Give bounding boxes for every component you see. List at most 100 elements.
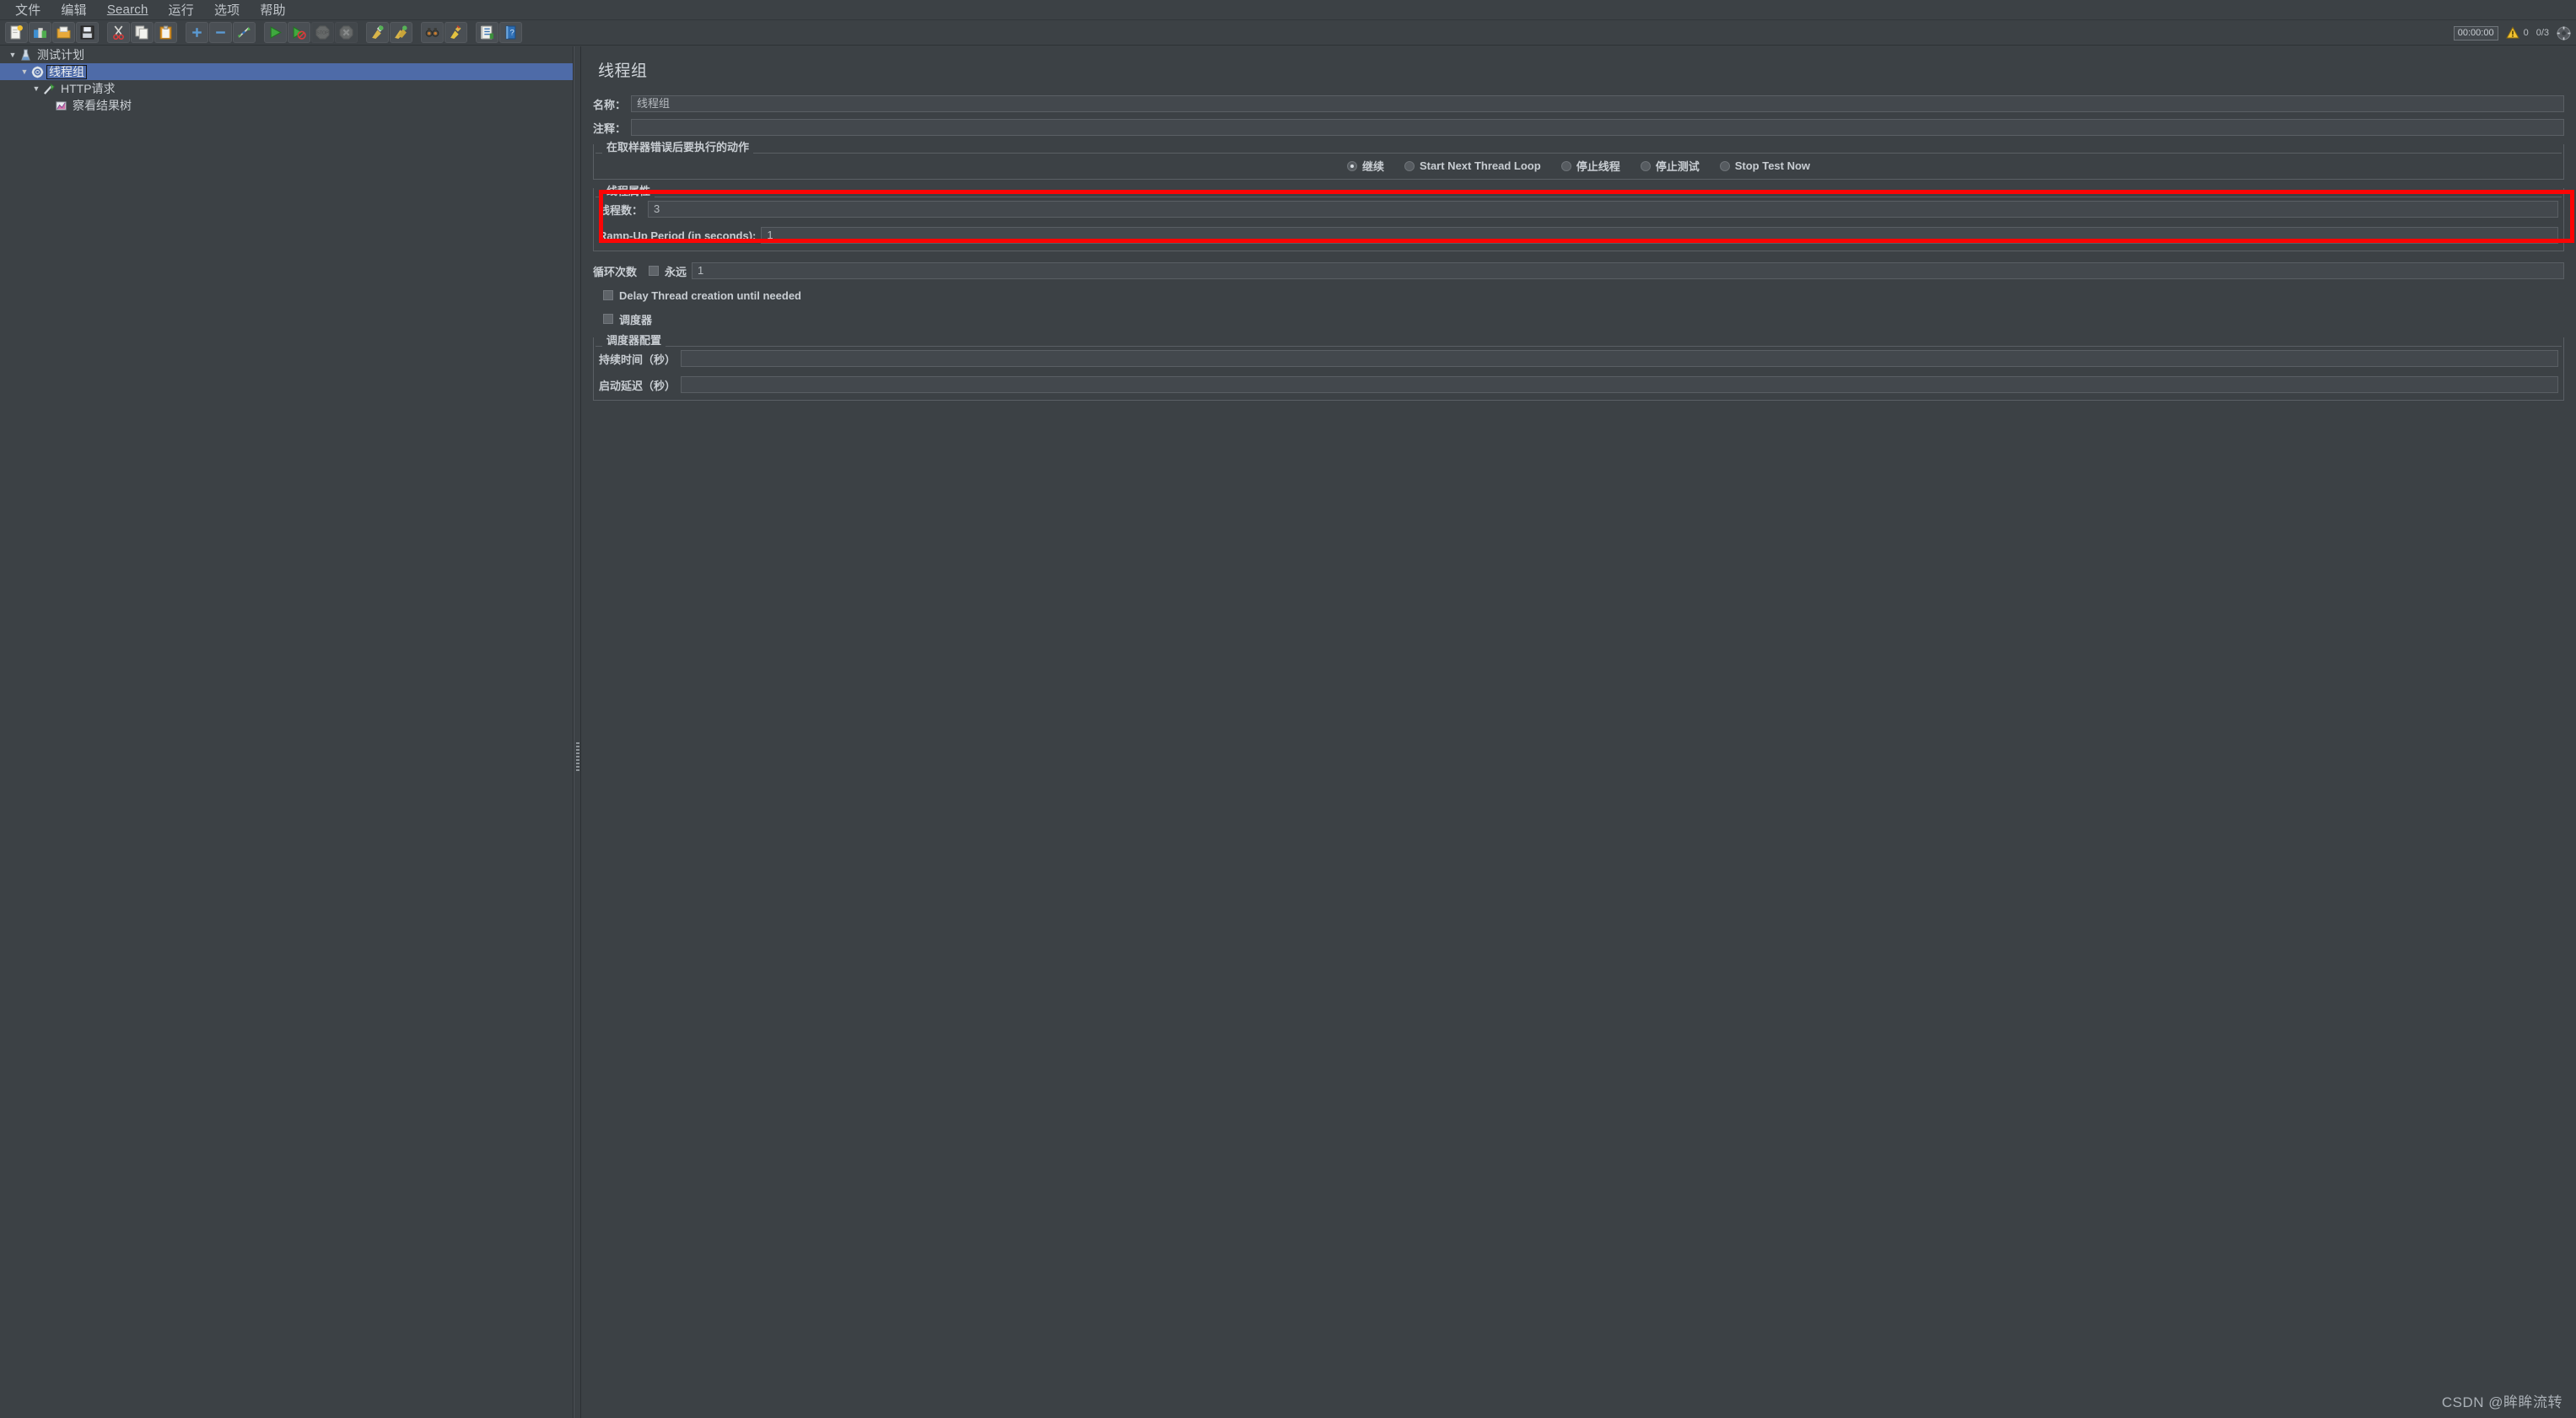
group-border-right — [753, 153, 2562, 154]
num-threads-input[interactable]: 3 — [648, 201, 2558, 218]
delay-thread-creation-row[interactable]: Delay Thread creation until needed — [603, 286, 2576, 305]
split-pane-divider[interactable] — [574, 46, 581, 1418]
duration-row: 持续时间（秒） — [599, 349, 2558, 368]
radio-mark-icon — [1404, 160, 1415, 171]
new-test-plan-icon[interactable] — [5, 22, 28, 43]
name-label: 名称： — [593, 98, 627, 111]
startup-delay-label: 启动延迟（秒） — [599, 379, 676, 392]
clear-icon[interactable] — [366, 22, 389, 43]
name-field-row: 名称： 线程组 — [593, 94, 2564, 113]
thread-group-config-panel: 线程组 名称： 线程组 注释： 在取样器错误后要执行的动作 继续 Start N… — [581, 46, 2576, 1418]
main-split-pane: ▼ 测试计划 ▼ 线程组 ▼ HTTP请求 察看结果树 线程组 名称： 线程组 … — [0, 46, 2576, 1418]
warning-indicator[interactable]: 0 — [2505, 26, 2529, 40]
comment-label: 注释： — [593, 121, 627, 135]
test-plan-tree[interactable]: ▼ 测试计划 ▼ 线程组 ▼ HTTP请求 察看结果树 — [0, 46, 574, 1418]
collapse-all-icon[interactable] — [209, 22, 232, 43]
ramp-up-input[interactable]: 1 — [761, 227, 2558, 244]
radio-label: Stop Test Now — [1734, 159, 1811, 172]
tree-node-label: 线程组 — [46, 64, 87, 79]
scheduler-checkbox[interactable] — [603, 314, 613, 324]
page-title: 线程组 — [598, 62, 648, 80]
toolbar-separator — [178, 22, 186, 43]
templates-icon[interactable] — [29, 22, 51, 43]
scheduler-label: 调度器 — [619, 313, 653, 326]
expand-toggle-icon[interactable]: ▼ — [7, 51, 19, 59]
paste-icon[interactable] — [154, 22, 177, 43]
comment-field-row: 注释： — [593, 118, 2564, 137]
menu-item-options[interactable]: 选项 — [204, 0, 250, 20]
error-action-radio-group: 继续 Start Next Thread Loop 停止线程 停止测试 Stop… — [595, 154, 2562, 175]
function-helper-icon[interactable] — [476, 22, 498, 43]
startup-delay-row: 启动延迟（秒） — [599, 375, 2558, 394]
radio-continue[interactable]: 继续 — [1346, 158, 1384, 174]
radio-mark-icon — [1640, 160, 1651, 171]
group-title: 在取样器错误后要执行的动作 — [606, 141, 750, 154]
forever-checkbox[interactable] — [649, 266, 660, 276]
elapsed-timer: 00:00:00 — [2453, 25, 2498, 40]
shutdown-icon[interactable] — [335, 22, 358, 43]
menu-item-file[interactable]: 文件 — [5, 0, 51, 20]
search-icon[interactable] — [421, 22, 444, 43]
expand-toggle-icon[interactable]: ▼ — [30, 84, 42, 93]
activity-indicator-icon — [2557, 26, 2571, 40]
sampler-error-action-group: 在取样器错误后要执行的动作 继续 Start Next Thread Loop … — [593, 141, 2564, 180]
divider-grip[interactable] — [576, 742, 579, 773]
duration-input[interactable] — [681, 350, 2558, 367]
expand-all-icon[interactable] — [186, 22, 208, 43]
menu-item-help[interactable]: 帮助 — [250, 0, 295, 20]
group-title: 线程属性 — [606, 185, 651, 197]
menu-item-run[interactable]: 运行 — [159, 0, 204, 20]
radio-label: Start Next Thread Loop — [1419, 159, 1541, 172]
svg-text:STOP: STOP — [316, 31, 329, 36]
tree-node-thread-group[interactable]: ▼ 线程组 — [0, 63, 573, 80]
cut-icon[interactable] — [107, 22, 130, 43]
radio-stop-test-now[interactable]: Stop Test Now — [1719, 159, 1811, 172]
toggle-icon[interactable] — [233, 22, 256, 43]
group-header: 在取样器错误后要执行的动作 — [595, 141, 2562, 154]
reset-search-icon[interactable] — [445, 22, 467, 43]
num-threads-row: 线程数： 3 — [599, 200, 2558, 218]
start-no-pauses-icon[interactable] — [288, 22, 310, 43]
thread-group-icon — [30, 65, 44, 78]
duration-label: 持续时间（秒） — [599, 353, 676, 366]
warning-triangle-icon — [2505, 26, 2519, 39]
radio-start-next-thread-loop[interactable]: Start Next Thread Loop — [1404, 159, 1541, 172]
warning-count: 0 — [2523, 28, 2529, 38]
tree-node-view-results-tree[interactable]: 察看结果树 — [0, 97, 573, 114]
clear-all-icon[interactable] — [390, 22, 412, 43]
radio-label: 停止线程 — [1576, 160, 1620, 173]
menu-item-edit[interactable]: 编辑 — [51, 0, 96, 20]
watermark: CSDN @眸眸流转 — [2441, 1394, 2563, 1410]
group-title: 调度器配置 — [606, 334, 662, 347]
stop-icon[interactable]: STOP — [311, 22, 334, 43]
tree-node-http-request[interactable]: ▼ HTTP请求 — [0, 80, 573, 97]
radio-mark-icon — [1560, 160, 1571, 171]
scheduler-row[interactable]: 调度器 — [603, 310, 2576, 328]
tree-node-test-plan[interactable]: ▼ 测试计划 — [0, 46, 573, 63]
radio-stop-test[interactable]: 停止测试 — [1640, 158, 1700, 174]
radio-stop-thread[interactable]: 停止线程 — [1560, 158, 1620, 174]
ramp-up-row: Ramp-Up Period (in seconds): 1 — [599, 226, 2558, 245]
expand-toggle-icon[interactable]: ▼ — [19, 67, 30, 76]
toolbar-separator — [468, 22, 476, 43]
help-icon[interactable]: ? — [499, 22, 522, 43]
delay-thread-creation-checkbox[interactable] — [603, 290, 613, 300]
open-icon[interactable] — [52, 22, 75, 43]
loop-count-input[interactable]: 1 — [692, 262, 2564, 279]
radio-label: 停止测试 — [1655, 160, 1700, 173]
menu-item-search[interactable]: Search — [97, 1, 159, 19]
name-input[interactable]: 线程组 — [631, 95, 2564, 112]
copy-icon[interactable] — [131, 22, 154, 43]
tree-node-label: 测试计划 — [37, 47, 84, 62]
http-request-icon — [42, 82, 56, 95]
comment-input[interactable] — [631, 119, 2564, 136]
radio-mark-icon — [1719, 160, 1730, 171]
save-icon[interactable] — [76, 22, 99, 43]
loop-count-label: 循环次数 — [593, 265, 638, 278]
toolbar-separator — [358, 22, 366, 43]
startup-delay-input[interactable] — [681, 376, 2558, 393]
start-icon[interactable] — [264, 22, 287, 43]
radio-mark-icon — [1346, 160, 1357, 171]
thread-properties-group: 线程属性 线程数： 3 Ramp-Up Period (in seconds):… — [593, 185, 2564, 251]
ramp-up-label: Ramp-Up Period (in seconds): — [599, 229, 757, 242]
